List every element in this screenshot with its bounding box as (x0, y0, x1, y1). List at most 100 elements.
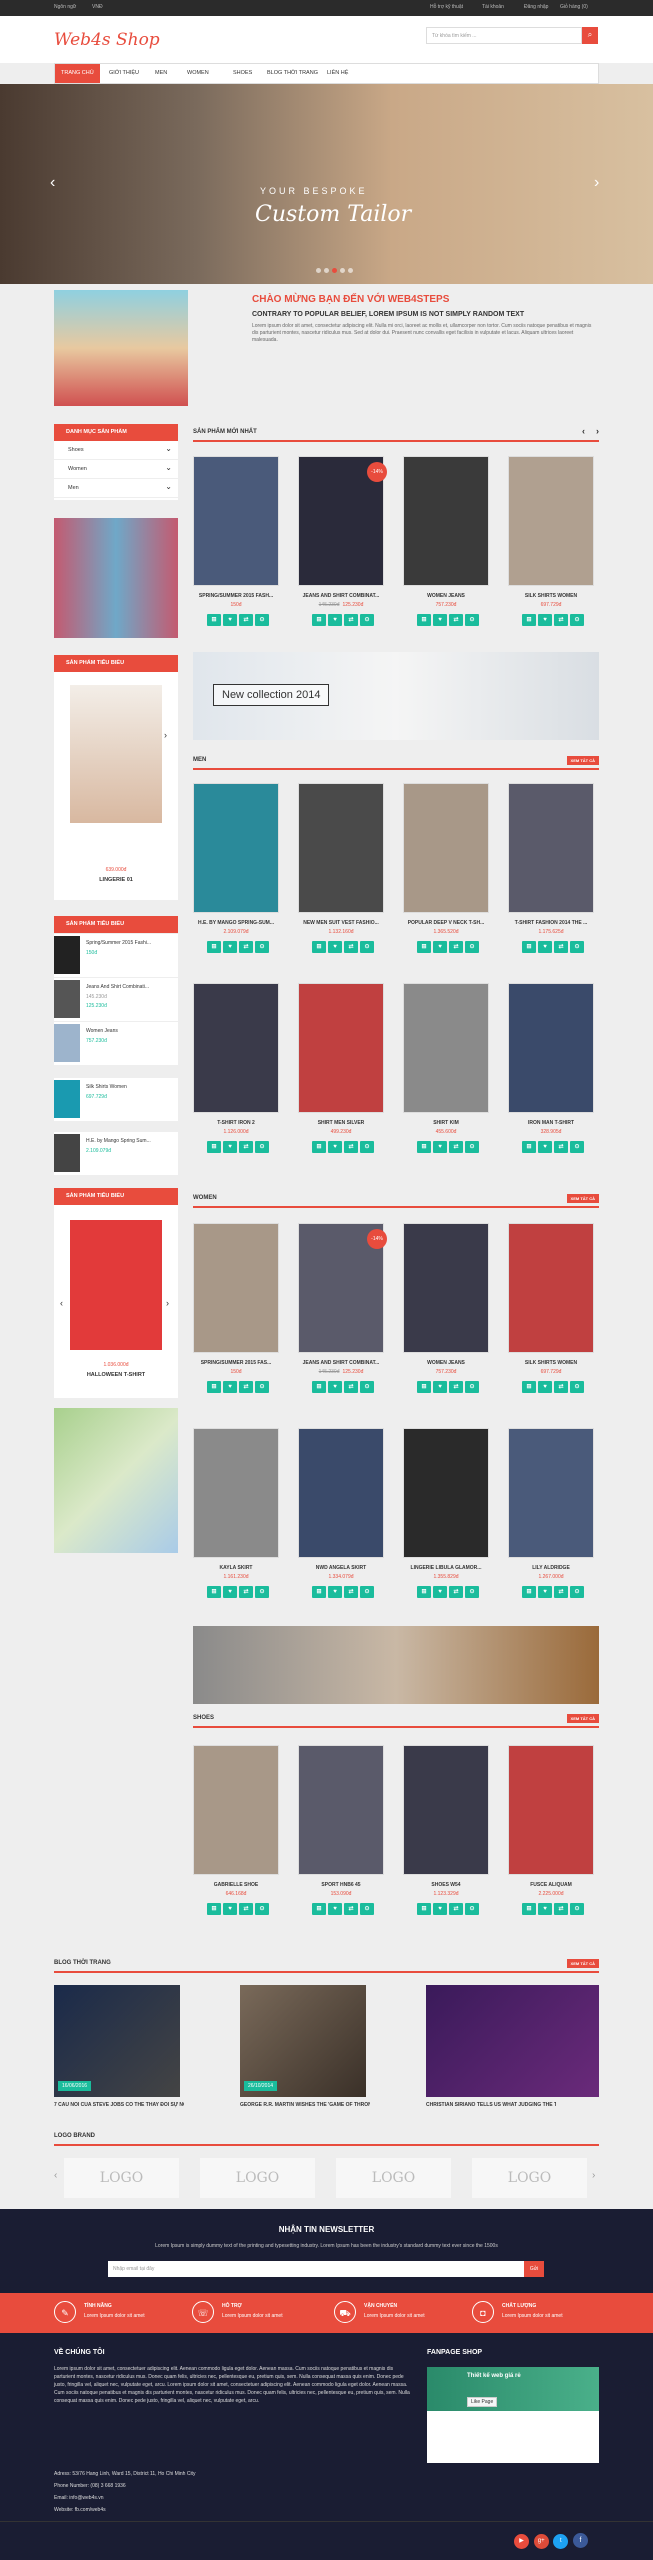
product-card[interactable]: -14% JEANS AND SHIRT COMBINAT... 145.230đ 1… (298, 1223, 387, 1413)
product-card[interactable]: SILK SHIRTS WOMEN 697.729đ ⊞ ♥ ⇄ ⊙ (508, 456, 594, 646)
footer-email[interactable]: Email: info@web4s.vn (54, 2495, 104, 2501)
product-name[interactable]: NEW MEN SUIT VEST FASHIO... (298, 920, 384, 926)
view-icon[interactable]: ⊙ (255, 614, 269, 626)
product-name[interactable]: WOMEN JEANS (403, 593, 489, 599)
view-icon[interactable]: ⊙ (255, 1141, 269, 1153)
support-link[interactable]: Hỗ trợ kỹ thuật (430, 4, 463, 10)
newsletter-submit-button[interactable]: Gửi (524, 2261, 544, 2277)
logo[interactable]: Web4s Shop (54, 30, 160, 50)
compare-icon[interactable]: ⇄ (449, 1586, 463, 1598)
product-image[interactable] (508, 1223, 594, 1353)
compare-icon[interactable]: ⇄ (239, 941, 253, 953)
product-name[interactable]: FUSCE ALIQUAM (508, 1882, 594, 1888)
compare-icon[interactable]: ⇄ (344, 941, 358, 953)
cart-icon[interactable]: ⊞ (522, 1586, 536, 1598)
product-name[interactable]: POPULAR DEEP V NECK T-SH... (403, 920, 489, 926)
product-card[interactable]: WOMEN JEANS 757.230đ ⊞ ♥ ⇄ ⊙ (403, 456, 489, 646)
nav-women[interactable]: WOMEN (181, 64, 215, 83)
view-icon[interactable]: ⊙ (360, 1903, 374, 1915)
product-name[interactable]: SPORT HNB6 45 (298, 1882, 384, 1888)
heart-icon[interactable]: ♥ (538, 1141, 552, 1153)
product-image[interactable] (298, 1745, 384, 1875)
compare-icon[interactable]: ⇄ (554, 1141, 568, 1153)
nav-contact[interactable]: LIÊN HỆ (321, 64, 354, 83)
product-card[interactable]: KAYLA SKIRT 1.161.230đ ⊞ ♥ ⇄ ⊙ (193, 1428, 279, 1618)
cart-icon[interactable]: ⊞ (312, 1586, 326, 1598)
brand-logo[interactable]: LOGO (200, 2158, 315, 2198)
logo-prev-icon[interactable]: ‹ (54, 2170, 57, 2181)
view-icon[interactable]: ⊙ (570, 1381, 584, 1393)
view-icon[interactable]: ⊙ (465, 1141, 479, 1153)
heart-icon[interactable]: ♥ (328, 1141, 342, 1153)
product-image[interactable] (193, 983, 279, 1113)
cart-icon[interactable]: ⊞ (522, 941, 536, 953)
compare-icon[interactable]: ⇄ (344, 1141, 358, 1153)
newsletter-email-input[interactable]: Nhập email tại đây (108, 2261, 524, 2277)
product-card[interactable]: SPRING/SUMMER 2015 FASH... 150đ ⊞ ♥ ⇄ ⊙ (193, 456, 279, 646)
heart-icon[interactable]: ♥ (433, 1586, 447, 1598)
product-image[interactable] (193, 1428, 279, 1558)
category-men[interactable]: Men (54, 477, 178, 498)
list-item[interactable]: H.E. by Mango Spring Sum... 2.109.079đ (54, 1132, 178, 1176)
featured-name-2[interactable]: HALLOWEEN T-SHIRT (54, 1372, 178, 1378)
facebook-icon[interactable]: f (573, 2533, 589, 2548)
product-card[interactable]: FUSCE ALIQUAM 2.225.000đ ⊞ ♥ ⇄ ⊙ (508, 1745, 594, 1935)
cart-icon[interactable]: ⊞ (312, 614, 326, 626)
cart-icon[interactable]: ⊞ (522, 1903, 536, 1915)
cart-icon[interactable]: ⊞ (417, 1586, 431, 1598)
product-name[interactable]: NWD ANGELA SKIRT (298, 1565, 384, 1571)
cart-icon[interactable]: ⊞ (417, 614, 431, 626)
next-icon[interactable]: › (596, 426, 599, 436)
product-name[interactable]: LILY ALDRIDGE (508, 1565, 594, 1571)
heart-icon[interactable]: ♥ (328, 614, 342, 626)
view-icon[interactable]: ⊙ (360, 1141, 374, 1153)
product-image[interactable] (298, 783, 384, 913)
compare-icon[interactable]: ⇄ (554, 1586, 568, 1598)
product-card[interactable]: POPULAR DEEP V NECK T-SH... 1.365.520đ ⊞ ♥ ⇄… (403, 783, 489, 973)
nav-blog[interactable]: BLOG THỜI TRANG (261, 64, 324, 83)
compare-icon[interactable]: ⇄ (554, 1381, 568, 1393)
blog-post[interactable]: 26/10/2014 GEORGE R.R. MARTIN WISHES THE … (240, 1985, 370, 2108)
store-map[interactable] (54, 1408, 178, 1553)
view-icon[interactable]: ⊙ (255, 1903, 269, 1915)
login-link[interactable]: Đăng nhập (524, 4, 548, 10)
compare-icon[interactable]: ⇄ (239, 614, 253, 626)
compare-icon[interactable]: ⇄ (239, 1586, 253, 1598)
product-name[interactable]: JEANS AND SHIRT COMBINAT... (298, 1360, 384, 1366)
view-icon[interactable]: ⊙ (360, 941, 374, 953)
heart-icon[interactable]: ♥ (433, 941, 447, 953)
product-image[interactable] (403, 1428, 489, 1558)
twitter-icon[interactable]: t (553, 2534, 569, 2549)
heart-icon[interactable]: ♥ (328, 1586, 342, 1598)
compare-icon[interactable]: ⇄ (239, 1381, 253, 1393)
compare-icon[interactable]: ⇄ (449, 1141, 463, 1153)
heart-icon[interactable]: ♥ (433, 1903, 447, 1915)
product-image[interactable] (193, 783, 279, 913)
slider-next-icon[interactable]: › (594, 174, 599, 192)
product-card[interactable]: SPORT HNB6 45 153.090đ ⊞ ♥ ⇄ ⊙ (298, 1745, 384, 1935)
compare-icon[interactable]: ⇄ (344, 1586, 358, 1598)
product-image[interactable] (403, 456, 489, 586)
view-icon[interactable]: ⊙ (570, 1903, 584, 1915)
view-icon[interactable]: ⊙ (255, 941, 269, 953)
product-card[interactable]: NWD ANGELA SKIRT 1.334.079đ ⊞ ♥ ⇄ ⊙ (298, 1428, 384, 1618)
google-plus-icon[interactable]: g+ (533, 2534, 549, 2549)
product-name[interactable]: SPRING/SUMMER 2015 FASH... (193, 593, 279, 599)
product-card[interactable]: LILY ALDRIDGE 1.267.000đ ⊞ ♥ ⇄ ⊙ (508, 1428, 594, 1618)
heart-icon[interactable]: ♥ (328, 1903, 342, 1915)
heart-icon[interactable]: ♥ (223, 1903, 237, 1915)
brand-logo[interactable]: LOGO (472, 2158, 587, 2198)
compare-icon[interactable]: ⇄ (554, 1903, 568, 1915)
see-all-men[interactable]: XEM TẤT CẢ (566, 756, 599, 765)
heart-icon[interactable]: ♥ (538, 1381, 552, 1393)
category-women[interactable]: Women (54, 458, 178, 479)
like-page-button[interactable]: Like Page (467, 2397, 498, 2407)
fanpage-widget[interactable]: Thiết kế web giá rẻ Like Page (427, 2367, 599, 2463)
compare-icon[interactable]: ⇄ (554, 614, 568, 626)
product-card[interactable]: T-SHIRT FASHION 2014 THE ... 1.175.625đ ⊞ ♥… (508, 783, 594, 973)
see-all-shoes[interactable]: XEM TẤT CẢ (566, 1714, 599, 1723)
product-image[interactable] (298, 1428, 384, 1558)
view-icon[interactable]: ⊙ (255, 1586, 269, 1598)
nav-shoes[interactable]: SHOES (227, 64, 258, 83)
brand-logo[interactable]: LOGO (336, 2158, 451, 2198)
